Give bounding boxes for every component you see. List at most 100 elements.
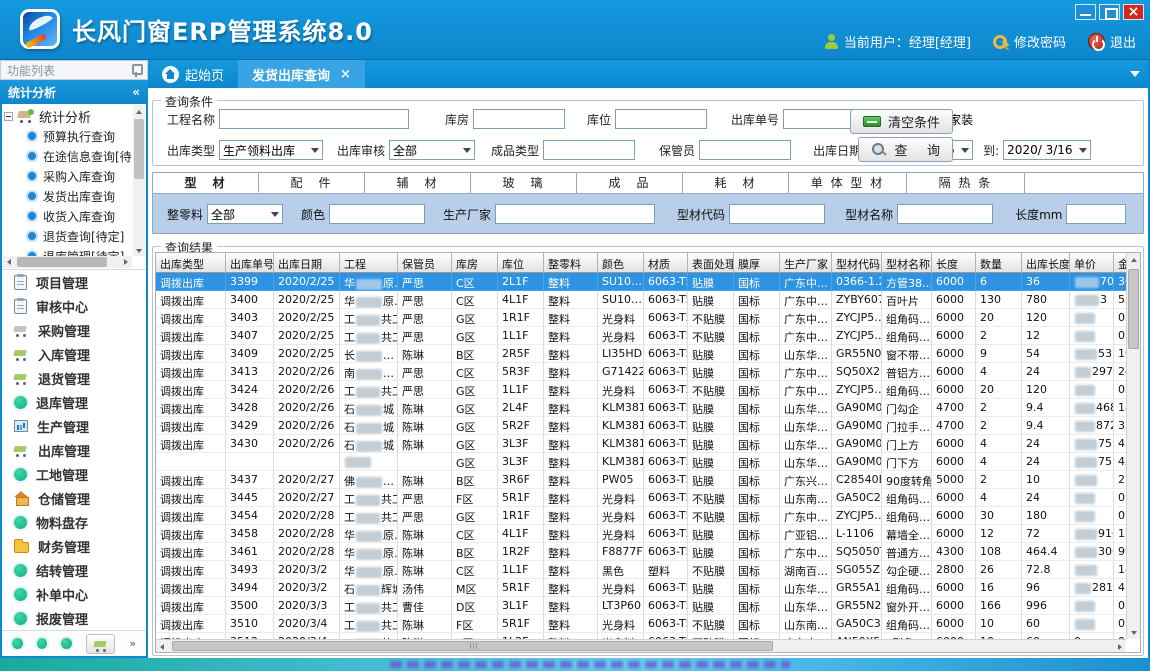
sidebar-item-退库管理[interactable]: 退库管理 — [2, 390, 146, 414]
table-row[interactable]: 调拨出库35102020/3/4工共工程陈琳F区5R1F整料光身料6063-T5… — [156, 615, 1126, 633]
product-type-input[interactable] — [543, 140, 635, 160]
sidebar-item-生产管理[interactable]: 生产管理 — [2, 414, 146, 438]
collapse-icon[interactable]: « — [132, 85, 140, 99]
whole-piece-select[interactable]: 全部 — [207, 204, 283, 224]
table-row[interactable]: 调拨出库34372020/2/27佛…陈琳B区3R6F整料PW056063-T5… — [156, 471, 1126, 489]
profile-code-input[interactable] — [729, 204, 825, 224]
warehouse-input[interactable] — [473, 109, 565, 129]
column-header-单价[interactable]: 单价 — [1070, 253, 1114, 273]
more-menus-button[interactable]: » — [129, 637, 136, 650]
date-to-picker[interactable]: 2020/ 3/16 — [1003, 140, 1091, 160]
material-tab-单体型材[interactable]: 单 体 型 材 — [789, 173, 907, 193]
sidebar-item-财务管理[interactable]: 财务管理 — [2, 534, 146, 558]
tree-item-发货出库查询[interactable]: 发货出库查询 — [4, 186, 132, 206]
stats-section-header[interactable]: 统计分析 « — [0, 80, 148, 104]
sidebar-item-审核中心[interactable]: 审核中心 — [2, 294, 146, 318]
material-tab-成品[interactable]: 成 品 — [577, 173, 683, 193]
cart-toolbar-button[interactable] — [86, 634, 115, 654]
tab-list-dropdown-icon[interactable] — [1130, 71, 1140, 77]
dot-icon[interactable] — [37, 638, 48, 649]
sidebar-item-工地管理[interactable]: 工地管理 — [2, 462, 146, 486]
profile-name-input[interactable] — [897, 204, 993, 224]
clear-conditions-button[interactable]: 清空条件 — [850, 109, 953, 134]
sidebar-item-结转管理[interactable]: 结转管理 — [2, 558, 146, 582]
table-row[interactable]: 调拨出库34072020/2/25工共工程严思G区1L1F整料光身料6063-T… — [156, 327, 1126, 345]
column-header-工程[interactable]: 工程 — [340, 253, 398, 273]
table-row[interactable]: 调拨出库34612020/2/28华原…陈琳B区1R2F整料F8877FT606… — [156, 543, 1126, 561]
sidebar-item-补单中心[interactable]: 补单中心 — [2, 582, 146, 606]
tree-item-收货入库查询[interactable]: 收货入库查询 — [4, 206, 132, 226]
sidebar-item-采购管理[interactable]: 采购管理 — [2, 318, 146, 342]
column-header-型材代码[interactable]: 型材代码 — [832, 253, 882, 273]
location-input[interactable] — [615, 109, 707, 129]
column-header-长度[interactable]: 长度 — [932, 253, 976, 273]
table-row[interactable]: 调拨出库34932020/3/2华原…陈琳C区1L1F整料黑色塑料不贴膜国标湖南… — [156, 561, 1126, 579]
grid-horizontal-scrollbar[interactable] — [156, 639, 1126, 652]
column-header-出库单号[interactable]: 出库单号 — [226, 253, 274, 273]
table-row[interactable]: 调拨出库34292020/2/26石城陈琳G区5R2F整料KLM38176063… — [156, 417, 1126, 435]
project-name-input[interactable] — [219, 109, 409, 129]
tree-item-预算执行查询[interactable]: 预算执行查询 — [4, 126, 132, 146]
logout-button[interactable]: 退出 — [1088, 32, 1136, 51]
table-row[interactable]: 调拨出库34942020/3/2石辉城汤伟M区5R1F整料光身料6063-T5贴… — [156, 579, 1126, 597]
column-header-膜厚[interactable]: 膜厚 — [734, 253, 780, 273]
grid-vertical-scrollbar[interactable] — [1126, 253, 1140, 639]
table-row[interactable]: 调拨出库33992020/2/25华原…严思C区2L1F整料SU10…6063-… — [156, 273, 1126, 291]
sidebar-item-物料盘存[interactable]: 物料盘存 — [2, 510, 146, 534]
material-tab-配件[interactable]: 配 件 — [259, 173, 365, 193]
dot-icon[interactable] — [61, 638, 72, 649]
length-input[interactable] — [1066, 204, 1126, 224]
maximize-button[interactable] — [1099, 4, 1120, 20]
table-row[interactable]: 调拨出库34132020/2/26南…严思C区5R3F整料G714226063-… — [156, 363, 1126, 381]
column-header-材质[interactable]: 材质 — [644, 253, 688, 273]
column-header-出库类型[interactable]: 出库类型 — [156, 253, 226, 273]
manufacturer-input[interactable] — [495, 204, 655, 224]
keeper-input[interactable] — [699, 140, 791, 160]
column-header-保管员[interactable]: 保管员 — [398, 253, 452, 273]
sidebar-item-仓储管理[interactable]: 仓储管理 — [2, 486, 146, 510]
sidebar-item-出库管理[interactable]: 出库管理 — [2, 438, 146, 462]
column-header-数量[interactable]: 数量 — [976, 253, 1022, 273]
table-row[interactable]: 调拨出库34032020/2/25工共工程严思G区1R1F整料光身料6063-T… — [156, 309, 1126, 327]
material-tab-玻璃[interactable]: 玻 璃 — [471, 173, 577, 193]
table-row[interactable]: 调拨出库34582020/2/28华原…陈琳C区4L1F整料光身料6063-T5… — [156, 525, 1126, 543]
column-header-型材名称[interactable]: 型材名称 — [882, 253, 932, 273]
table-row[interactable]: 调拨出库34242020/2/26工共工程严思G区1L1F整料光身料6063-T… — [156, 381, 1126, 399]
column-header-整零料[interactable]: 整零料 — [544, 253, 598, 273]
table-row[interactable]: G区3L3F整料KLM38176063-T5贴膜国标山东华…GA90M09.门下… — [156, 453, 1126, 471]
change-password-button[interactable]: 修改密码 — [993, 32, 1066, 51]
tab-close-icon[interactable]: × — [340, 67, 351, 82]
sidebar-item-退货管理[interactable]: 退货管理 — [2, 366, 146, 390]
color-input[interactable] — [329, 204, 425, 224]
material-tab-型材[interactable]: 型 材 — [153, 173, 259, 193]
pin-icon[interactable] — [131, 63, 141, 77]
dot-icon[interactable] — [12, 638, 23, 649]
material-tab-辅材[interactable]: 辅 材 — [365, 173, 471, 193]
table-row[interactable]: 调拨出库34542020/2/28工共工程严思G区1R1F整料光身料6063-T… — [156, 507, 1126, 525]
column-header-出库日期[interactable]: 出库日期 — [274, 253, 340, 273]
tree-horizontal-scrollbar[interactable] — [3, 256, 132, 268]
sidebar-item-入库管理[interactable]: 入库管理 — [2, 342, 146, 366]
material-tab-耗材[interactable]: 耗 材 — [683, 173, 789, 193]
column-header-出库长度[interactable]: 出库长度 — [1022, 253, 1070, 273]
tree-vertical-scrollbar[interactable] — [133, 105, 145, 256]
column-header-表面处理[interactable]: 表面处理 — [688, 253, 734, 273]
tree-item-退货查询[待定][interactable]: 退货查询[待定] — [4, 226, 132, 246]
column-header-库房[interactable]: 库房 — [452, 253, 498, 273]
table-row[interactable]: 调拨出库34302020/2/26石城陈琳G区3L3F整料KLM38176063… — [156, 435, 1126, 453]
tree-item-采购入库查询[interactable]: 采购入库查询 — [4, 166, 132, 186]
column-header-库位[interactable]: 库位 — [498, 253, 544, 273]
tab-home[interactable]: 起始页 — [148, 60, 238, 88]
minimize-button[interactable] — [1075, 4, 1096, 20]
tree-expander-icon[interactable] — [4, 112, 13, 121]
table-row[interactable]: 调拨出库34452020/2/27工共工程严思F区5R1F整料光身料6063-T… — [156, 489, 1126, 507]
table-row[interactable]: 调拨出库34282020/2/26石城陈琳G区2L4F整料KLM38176063… — [156, 399, 1126, 417]
outbound-audit-select[interactable]: 全部 — [389, 140, 475, 160]
outbound-type-select[interactable]: 生产领料出库 — [219, 140, 323, 160]
sidebar-item-报废管理[interactable]: 报废管理 — [2, 606, 146, 630]
table-row[interactable]: 调拨出库35002020/3/3工共工程曹佳D区3L1F整料LT3P606063… — [156, 597, 1126, 615]
column-header-颜色[interactable]: 颜色 — [598, 253, 644, 273]
tree-item-在途信息查询[待[interactable]: 在途信息查询[待 — [4, 146, 132, 166]
material-tab-隔热条[interactable]: 隔 热 条 — [907, 173, 1025, 193]
close-button[interactable] — [1123, 4, 1144, 20]
